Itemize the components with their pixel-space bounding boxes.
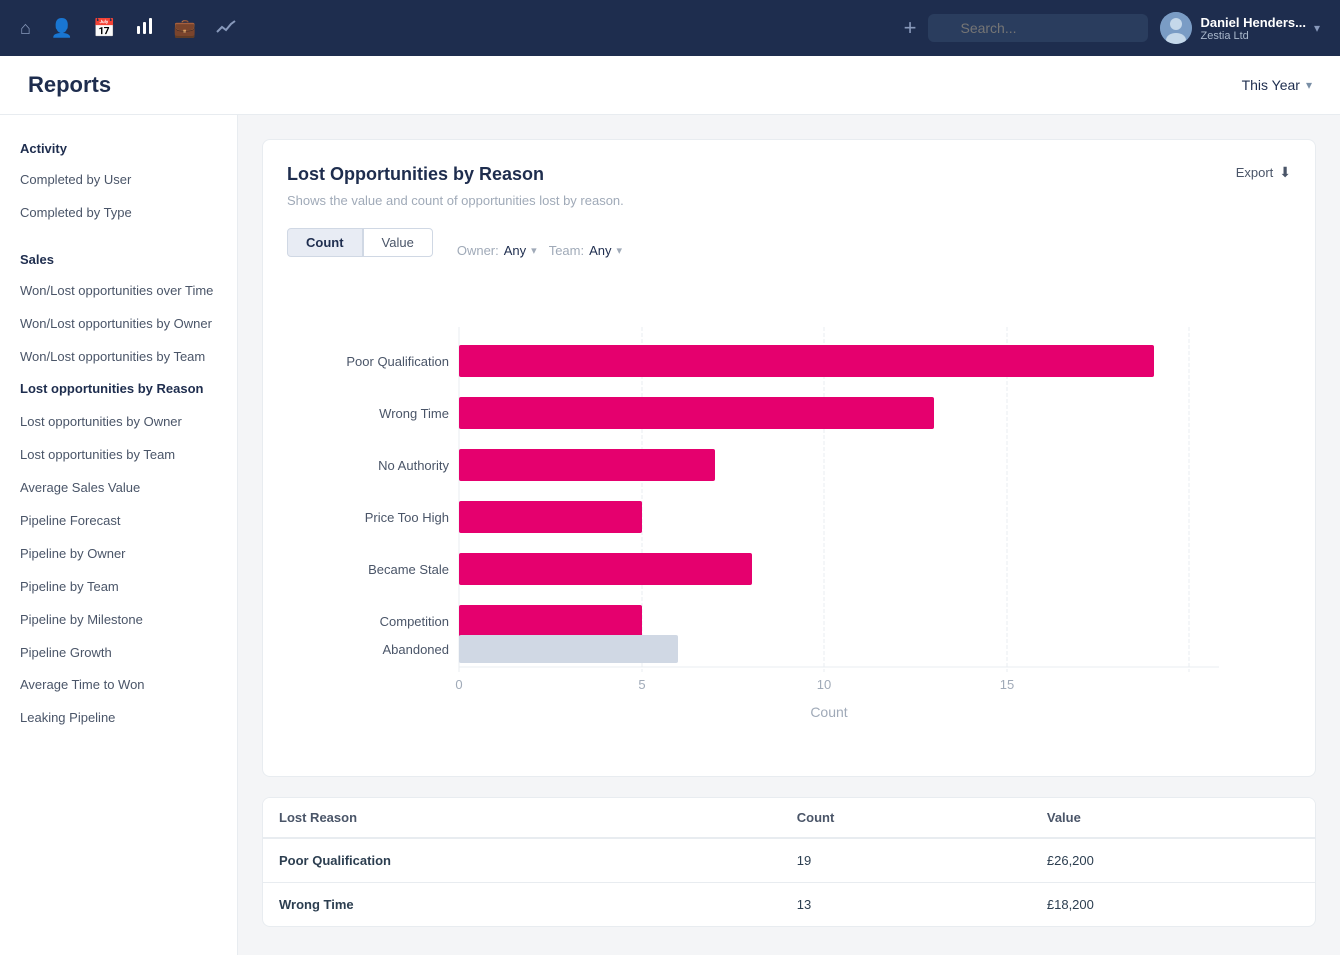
sidebar-item-lost-reason[interactable]: Lost opportunities by Reason xyxy=(0,373,237,406)
table-row: Poor Qualification 19 £26,200 xyxy=(263,838,1315,883)
search-wrap: 🔍 xyxy=(928,14,1148,42)
sidebar: Activity Completed by User Completed by … xyxy=(0,115,238,955)
sidebar-item-leaking-pipeline[interactable]: Leaking Pipeline xyxy=(0,702,237,735)
sidebar-item-pipeline-team[interactable]: Pipeline by Team xyxy=(0,571,237,604)
sidebar-item-completed-user[interactable]: Completed by User xyxy=(0,164,237,197)
svg-text:Competition: Competition xyxy=(380,614,449,629)
search-input[interactable] xyxy=(928,14,1148,42)
bar-no-authority xyxy=(459,449,715,481)
team-filter[interactable]: Team: Any ▾ xyxy=(549,243,622,258)
sidebar-item-completed-type[interactable]: Completed by Type xyxy=(0,197,237,230)
sidebar-item-pipeline-milestone[interactable]: Pipeline by Milestone xyxy=(0,604,237,637)
owner-filter-label: Owner: xyxy=(457,243,499,258)
col-count: Count xyxy=(781,798,1031,838)
trending-icon[interactable] xyxy=(216,18,236,39)
sidebar-item-wonlost-time[interactable]: Won/Lost opportunities over Time xyxy=(0,275,237,308)
row-value-2: £18,200 xyxy=(1031,883,1315,927)
svg-text:10: 10 xyxy=(817,677,831,692)
table-row: Wrong Time 13 £18,200 xyxy=(263,883,1315,927)
data-table: Lost Reason Count Value Poor Qualificati… xyxy=(263,798,1315,926)
main-content: Lost Opportunities by Reason Export ⬇ Sh… xyxy=(238,115,1340,955)
user-chevron-icon: ▾ xyxy=(1314,21,1320,35)
sidebar-item-avg-sales[interactable]: Average Sales Value xyxy=(0,472,237,505)
bar-price-too-high xyxy=(459,501,642,533)
sidebar-item-avg-time-won[interactable]: Average Time to Won xyxy=(0,669,237,702)
row-reason-1: Poor Qualification xyxy=(263,838,781,883)
page-title: Reports xyxy=(28,72,111,98)
team-filter-label: Team: xyxy=(549,243,584,258)
row-reason-2: Wrong Time xyxy=(263,883,781,927)
sidebar-item-pipeline-growth[interactable]: Pipeline Growth xyxy=(0,637,237,670)
bar-poor-qualification xyxy=(459,345,1154,377)
bar-became-stale xyxy=(459,553,752,585)
export-label: Export xyxy=(1236,165,1274,180)
svg-text:Abandoned: Abandoned xyxy=(382,642,449,657)
layout: Activity Completed by User Completed by … xyxy=(0,115,1340,955)
avatar xyxy=(1160,12,1192,44)
nav-icons: ⌂ 👤 📅 💼 xyxy=(20,17,880,40)
sidebar-item-pipeline-owner[interactable]: Pipeline by Owner xyxy=(0,538,237,571)
sidebar-item-wonlost-team[interactable]: Won/Lost opportunities by Team xyxy=(0,341,237,374)
add-button[interactable]: + xyxy=(904,15,917,41)
team-filter-value: Any xyxy=(589,243,611,258)
top-navigation: ⌂ 👤 📅 💼 + 🔍 Daniel Henders... Zestia Ltd… xyxy=(0,0,1340,56)
user-icon[interactable]: 👤 xyxy=(51,18,73,39)
user-menu[interactable]: Daniel Henders... Zestia Ltd ▾ xyxy=(1160,12,1320,44)
svg-text:15: 15 xyxy=(1000,677,1014,692)
svg-text:Price Too High: Price Too High xyxy=(365,510,449,525)
export-icon: ⬇ xyxy=(1279,164,1291,181)
svg-text:Count: Count xyxy=(810,704,847,720)
owner-filter-value: Any xyxy=(504,243,526,258)
owner-filter[interactable]: Owner: Any ▾ xyxy=(457,243,537,258)
nav-right: + 🔍 Daniel Henders... Zestia Ltd ▾ xyxy=(904,12,1320,44)
sidebar-section-activity: Activity xyxy=(0,135,237,164)
sidebar-item-lost-team[interactable]: Lost opportunities by Team xyxy=(0,439,237,472)
col-lost-reason: Lost Reason xyxy=(263,798,781,838)
row-count-2: 13 xyxy=(781,883,1031,927)
report-description: Shows the value and count of opportuniti… xyxy=(287,193,1291,208)
svg-text:Became Stale: Became Stale xyxy=(368,562,449,577)
year-chevron-icon: ▾ xyxy=(1306,78,1312,92)
svg-text:5: 5 xyxy=(638,677,645,692)
svg-text:Poor Qualification: Poor Qualification xyxy=(346,354,449,369)
svg-text:0: 0 xyxy=(455,677,462,692)
user-info: Daniel Henders... Zestia Ltd xyxy=(1200,15,1305,42)
count-toggle[interactable]: Count xyxy=(287,228,363,257)
calendar-icon[interactable]: 📅 xyxy=(93,18,115,39)
data-table-card: Lost Reason Count Value Poor Qualificati… xyxy=(262,797,1316,927)
user-name: Daniel Henders... xyxy=(1200,15,1305,30)
bar-competition xyxy=(459,605,642,637)
col-value: Value xyxy=(1031,798,1315,838)
year-filter[interactable]: This Year ▾ xyxy=(1242,77,1312,93)
report-header: Lost Opportunities by Reason Export ⬇ xyxy=(287,164,1291,185)
value-toggle[interactable]: Value xyxy=(363,228,433,257)
svg-text:No Authority: No Authority xyxy=(378,458,449,473)
team-chevron-icon: ▾ xyxy=(617,244,623,257)
bar-abandoned xyxy=(459,635,678,663)
report-card: Lost Opportunities by Reason Export ⬇ Sh… xyxy=(262,139,1316,777)
filter-group: Owner: Any ▾ Team: Any ▾ xyxy=(457,243,622,258)
sidebar-section-sales: Sales xyxy=(0,246,237,275)
export-button[interactable]: Export ⬇ xyxy=(1236,164,1291,181)
bar-wrong-time xyxy=(459,397,934,429)
sidebar-item-lost-owner[interactable]: Lost opportunities by Owner xyxy=(0,406,237,439)
briefcase-icon[interactable]: 💼 xyxy=(174,18,196,39)
year-filter-label: This Year xyxy=(1242,77,1300,93)
user-company: Zestia Ltd xyxy=(1200,30,1305,42)
barchart-icon[interactable] xyxy=(136,17,154,40)
page-header: Reports This Year ▾ xyxy=(0,56,1340,115)
svg-text:Wrong Time: Wrong Time xyxy=(379,406,449,421)
bar-chart: 0 5 10 15 Count Poor Qualification xyxy=(287,307,1291,727)
home-icon[interactable]: ⌂ xyxy=(20,18,31,39)
chart-area: 0 5 10 15 Count Poor Qualification xyxy=(287,297,1291,752)
report-title: Lost Opportunities by Reason xyxy=(287,164,544,185)
toggle-group: Count Value xyxy=(287,228,433,257)
row-count-1: 19 xyxy=(781,838,1031,883)
sidebar-item-wonlost-owner[interactable]: Won/Lost opportunities by Owner xyxy=(0,308,237,341)
row-value-1: £26,200 xyxy=(1031,838,1315,883)
sidebar-item-pipeline-forecast[interactable]: Pipeline Forecast xyxy=(0,505,237,538)
owner-chevron-icon: ▾ xyxy=(531,244,537,257)
